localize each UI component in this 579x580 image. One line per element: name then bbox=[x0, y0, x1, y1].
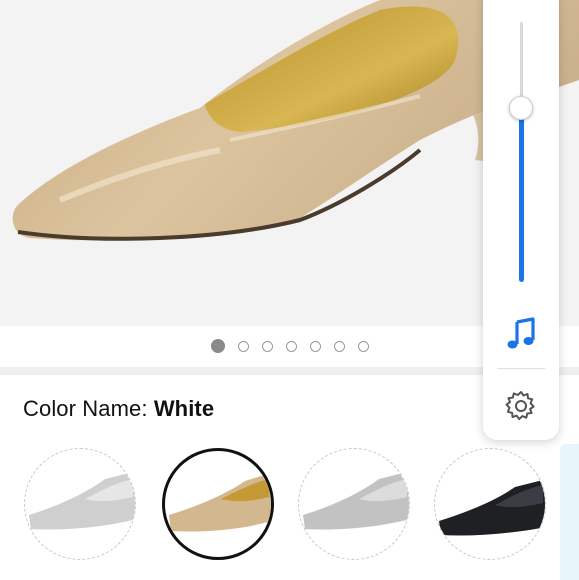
shoe-thumbnail bbox=[169, 473, 271, 532]
color-name-label: Color Name: bbox=[23, 396, 148, 421]
shoe-thumbnail bbox=[29, 471, 135, 530]
color-swatches bbox=[0, 444, 579, 580]
shoe-thumbnail bbox=[303, 471, 409, 530]
carousel-dot[interactable] bbox=[309, 340, 321, 352]
swatch-black[interactable] bbox=[434, 448, 546, 560]
swatch-partial bbox=[560, 444, 579, 580]
swatch-silver-gray[interactable] bbox=[24, 448, 136, 560]
carousel-dot[interactable] bbox=[261, 340, 273, 352]
swatch-nude-patent[interactable] bbox=[162, 448, 274, 560]
color-name-value: White bbox=[153, 396, 215, 421]
shoe-thumbnail bbox=[439, 479, 545, 536]
carousel-dot[interactable] bbox=[237, 340, 249, 352]
volume-panel bbox=[483, 0, 559, 440]
panel-divider bbox=[497, 368, 545, 369]
gear-icon[interactable] bbox=[503, 388, 539, 424]
music-note-icon[interactable] bbox=[503, 316, 539, 352]
carousel-dot[interactable] bbox=[285, 340, 297, 352]
color-name: Color Name: White bbox=[23, 396, 214, 422]
volume-slider-thumb[interactable] bbox=[509, 96, 533, 120]
carousel-dot[interactable] bbox=[357, 340, 369, 352]
volume-level-fill bbox=[519, 108, 524, 282]
swatch-silver-metallic[interactable] bbox=[298, 448, 410, 560]
carousel-dot[interactable] bbox=[210, 339, 225, 353]
carousel-dot[interactable] bbox=[333, 340, 345, 352]
